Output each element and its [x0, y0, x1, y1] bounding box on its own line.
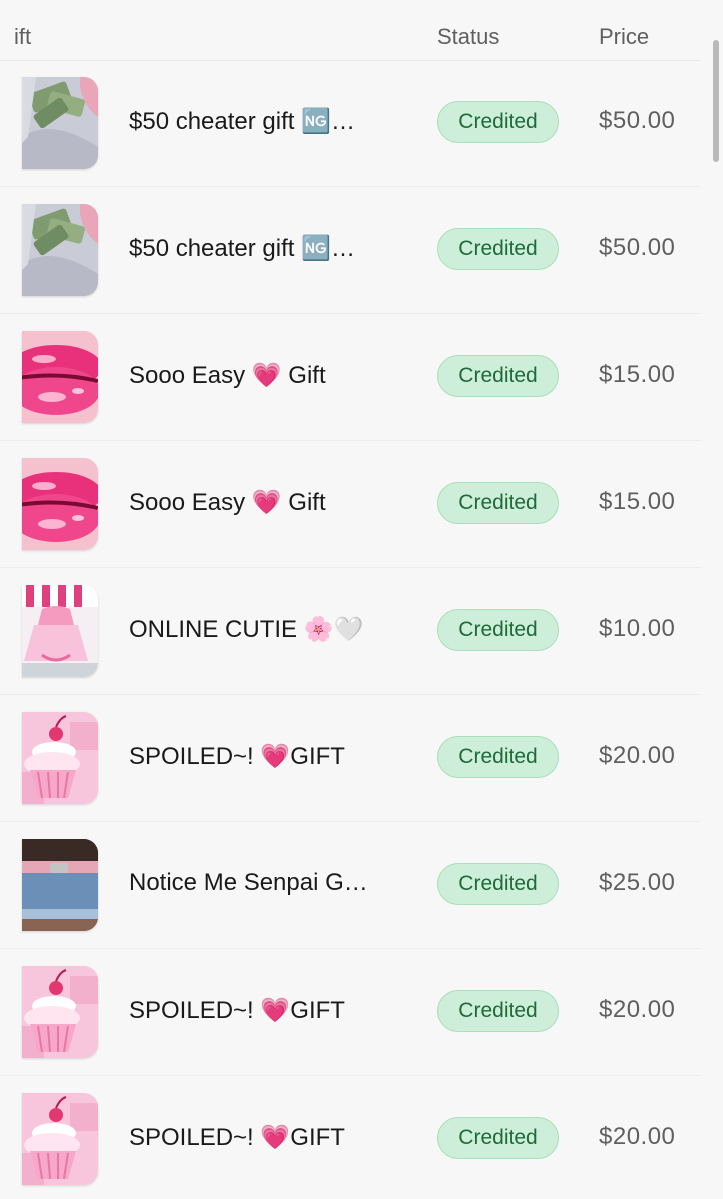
column-header-price: Price [599, 24, 650, 49]
status-badge: Credited [437, 990, 559, 1032]
list-item[interactable]: $50 cheater gift 🆖… Credited $50.00 [0, 60, 700, 187]
list-item[interactable]: SPOILED~! 💗GIFT Credited $20.00 [0, 949, 700, 1076]
money-sweater-thumbnail-image [22, 204, 98, 296]
gift-name: $50 cheater gift 🆖… [129, 108, 355, 135]
list-item[interactable]: Sooo Easy 💗 Gift Credited $15.00 [0, 314, 700, 441]
gift-thumbnail [22, 458, 98, 550]
gift-thumbnail [22, 712, 98, 804]
list-item[interactable]: Sooo Easy 💗 Gift Credited $15.00 [0, 441, 700, 568]
pink-lips-thumbnail-image [22, 458, 98, 550]
pink-cupcake-thumbnail-image [22, 966, 98, 1058]
pink-outfit-thumbnail-image [22, 585, 98, 677]
status-badge: Credited [437, 736, 559, 778]
pink-cupcake-thumbnail-image [22, 1093, 98, 1185]
pink-lips-thumbnail-image [22, 331, 98, 423]
gift-list: $50 cheater gift 🆖… Credited $50.00 $50 ch… [0, 60, 700, 1199]
gift-name: Sooo Easy 💗 Gift [129, 489, 326, 516]
money-sweater-thumbnail-image [22, 77, 98, 169]
status-badge: Credited [437, 228, 559, 270]
gift-name: $50 cheater gift 🆖… [129, 235, 355, 262]
list-item[interactable]: SPOILED~! 💗GIFT Credited $20.00 [0, 1076, 700, 1199]
list-item[interactable]: ONLINE CUTIE 🌸🤍 Credited $10.00 [0, 568, 700, 695]
column-header-gift: ift [14, 24, 32, 49]
status-badge: Credited [437, 101, 559, 143]
gift-price: $15.00 [599, 488, 676, 515]
status-badge: Credited [437, 355, 559, 397]
status-badge: Credited [437, 863, 559, 905]
pink-cupcake-thumbnail-image [22, 712, 98, 804]
gift-price: $20.00 [599, 1123, 676, 1150]
list-item[interactable]: Notice Me Senpai G… Credited $25.00 [0, 822, 700, 949]
gift-price: $15.00 [599, 361, 676, 388]
status-badge: Credited [437, 609, 559, 651]
gift-price: $50.00 [599, 234, 676, 261]
gift-thumbnail [22, 839, 98, 931]
gift-name: Sooo Easy 💗 Gift [129, 362, 326, 389]
gift-thumbnail [22, 204, 98, 296]
gift-price: $50.00 [599, 107, 676, 134]
gift-price: $25.00 [599, 869, 676, 896]
gift-name: SPOILED~! 💗GIFT [129, 1124, 345, 1151]
status-badge: Credited [437, 1117, 559, 1159]
denim-skirt-thumbnail-image [22, 839, 98, 931]
table-header: ift Status Price [0, 0, 700, 61]
list-item[interactable]: $50 cheater gift 🆖… Credited $50.00 [0, 187, 700, 314]
gift-thumbnail [22, 331, 98, 423]
gift-price: $20.00 [599, 742, 676, 769]
scrollbar[interactable] [713, 40, 719, 162]
gift-price: $10.00 [599, 615, 676, 642]
gift-thumbnail [22, 77, 98, 169]
gift-name: Notice Me Senpai G… [129, 869, 368, 896]
gift-price: $20.00 [599, 996, 676, 1023]
gift-name: SPOILED~! 💗GIFT [129, 997, 345, 1024]
gift-name: SPOILED~! 💗GIFT [129, 743, 345, 770]
status-badge: Credited [437, 482, 559, 524]
gift-history-page: ift Status Price $50 cheater gift 🆖… Cred… [0, 0, 723, 1199]
gift-thumbnail [22, 1093, 98, 1185]
gift-thumbnail [22, 585, 98, 677]
gift-thumbnail [22, 966, 98, 1058]
list-item[interactable]: SPOILED~! 💗GIFT Credited $20.00 [0, 695, 700, 822]
gift-name: ONLINE CUTIE 🌸🤍 [129, 616, 364, 643]
column-header-status: Status [437, 24, 500, 49]
